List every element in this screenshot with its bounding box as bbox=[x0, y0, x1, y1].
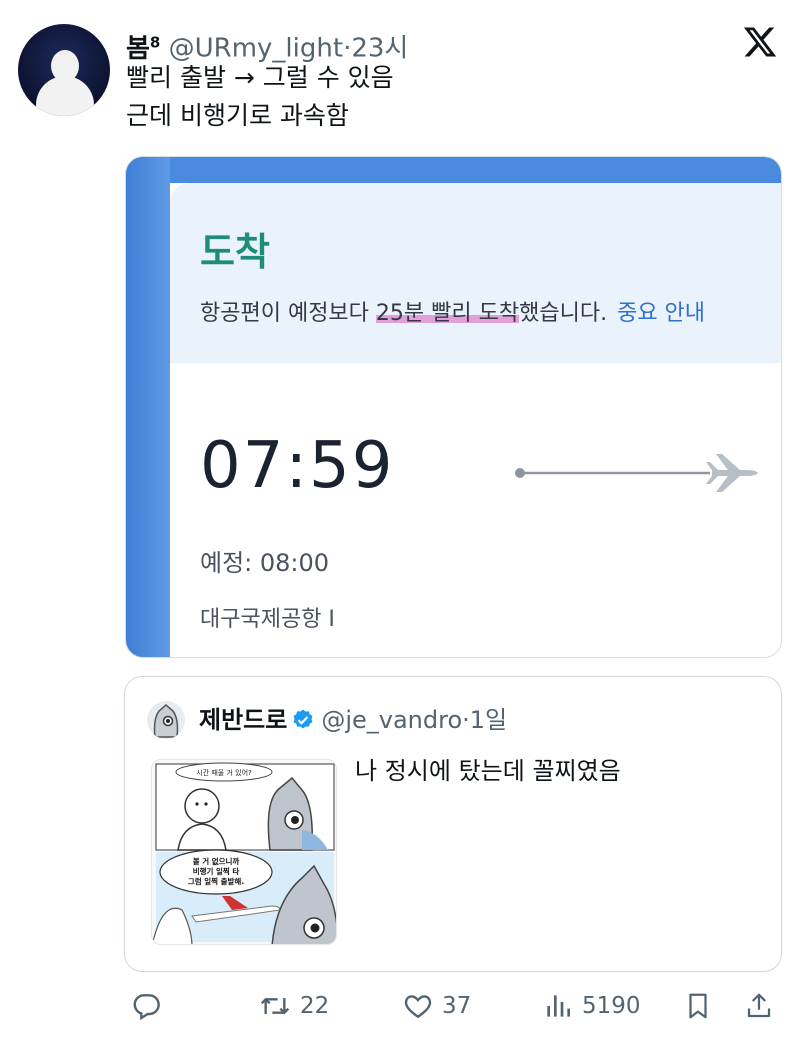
retweet-count: 22 bbox=[300, 993, 330, 1019]
like-icon bbox=[404, 995, 432, 1019]
airplane-icon bbox=[706, 454, 758, 492]
arrival-notice: 도착 항공편이 예정보다 25분 빨리 도착했습니다. 중요 안내 bbox=[170, 183, 781, 363]
scheduled-time: 예정: 08:00 bbox=[200, 549, 330, 577]
quote-time[interactable]: 1일 bbox=[470, 706, 507, 734]
author-handle[interactable]: @URmy_light bbox=[169, 34, 343, 64]
arrival-message: 항공편이 예정보다 25분 빨리 도착했습니다. 중요 안내 bbox=[200, 301, 706, 326]
important-notice-link: 중요 안내 bbox=[617, 301, 706, 326]
author-display-name[interactable]: 봄8 bbox=[126, 33, 160, 64]
quote-avatar[interactable] bbox=[147, 701, 185, 739]
retweet-icon bbox=[260, 998, 290, 1014]
tweet-media-image[interactable]: 도착 항공편이 예정보다 25분 빨리 도착했습니다. 중요 안내 07:59 예… bbox=[125, 156, 782, 658]
author-row: 봄8 @URmy_light·23시 bbox=[126, 26, 408, 65]
route-line bbox=[515, 454, 758, 492]
quote-tweet[interactable]: 제반드로 @je_vandro·1일 나 정시에 탔는데 꼴찌였음 시간 때울 거… bbox=[124, 676, 782, 972]
retweet-button[interactable]: 22 bbox=[258, 988, 329, 1024]
media-top-bar bbox=[126, 157, 781, 183]
comic-bubble-top: 시간 때울 거 있어? bbox=[196, 768, 252, 777]
tweet-text-line-1: 빨리 출발 → 그럴 수 있음 bbox=[126, 63, 394, 92]
reply-icon bbox=[133, 994, 160, 1021]
tweet-action-bar: 22 37 5190 bbox=[0, 984, 800, 1030]
share-button[interactable] bbox=[744, 988, 774, 1024]
verified-icon bbox=[293, 709, 313, 729]
x-logo-icon[interactable] bbox=[742, 24, 778, 60]
arrival-time: 07:59 bbox=[200, 429, 395, 503]
comic-thumbnail: 시간 때울 거 있어? 볼 거 없으니까 비행기 일찍 타 그럼 일찍 출발해. bbox=[152, 760, 336, 944]
quote-separator: · bbox=[462, 706, 470, 734]
quote-handle[interactable]: @je_vandro bbox=[321, 706, 462, 734]
comic-bubble-line-1: 볼 거 없으니까 bbox=[193, 856, 240, 866]
airport-name: 대구국제공항 I bbox=[200, 607, 335, 632]
arrival-title: 도착 bbox=[200, 230, 270, 274]
flight-status-panel: 도착 항공편이 예정보다 25분 빨리 도착했습니다. 중요 안내 07:59 예… bbox=[170, 183, 781, 657]
bookmark-button[interactable] bbox=[683, 988, 713, 1024]
bookmark-icon bbox=[689, 993, 707, 1019]
quote-display-name[interactable]: 제반드로 bbox=[199, 706, 287, 734]
tweet-time[interactable]: 23시 bbox=[351, 34, 408, 64]
like-count: 37 bbox=[442, 993, 472, 1019]
reply-button[interactable] bbox=[130, 988, 170, 1024]
view-count: 5190 bbox=[582, 993, 641, 1019]
author-avatar[interactable] bbox=[18, 24, 110, 116]
share-icon bbox=[747, 993, 771, 1018]
comic-bubble-line-2: 비행기 일찍 타 bbox=[193, 866, 240, 876]
quote-media-thumbnail[interactable]: 시간 때울 거 있어? 볼 거 없으니까 비행기 일찍 타 그럼 일찍 출발해. bbox=[151, 759, 337, 945]
highlighted-text: 25분 빨리 도착 bbox=[375, 301, 520, 326]
like-button[interactable]: 37 bbox=[402, 988, 471, 1024]
tweet-text-line-2: 근데 비행기로 과속함 bbox=[126, 101, 349, 130]
views-button[interactable]: 5190 bbox=[542, 988, 641, 1024]
media-side-bar bbox=[126, 157, 170, 657]
views-icon bbox=[547, 995, 570, 1017]
comic-bubble-line-3: 그럼 일찍 출발해. bbox=[188, 876, 245, 886]
quote-text: 나 정시에 탔는데 꼴찌였음 bbox=[355, 757, 621, 785]
quote-header: 제반드로 @je_vandro·1일 bbox=[199, 701, 507, 739]
